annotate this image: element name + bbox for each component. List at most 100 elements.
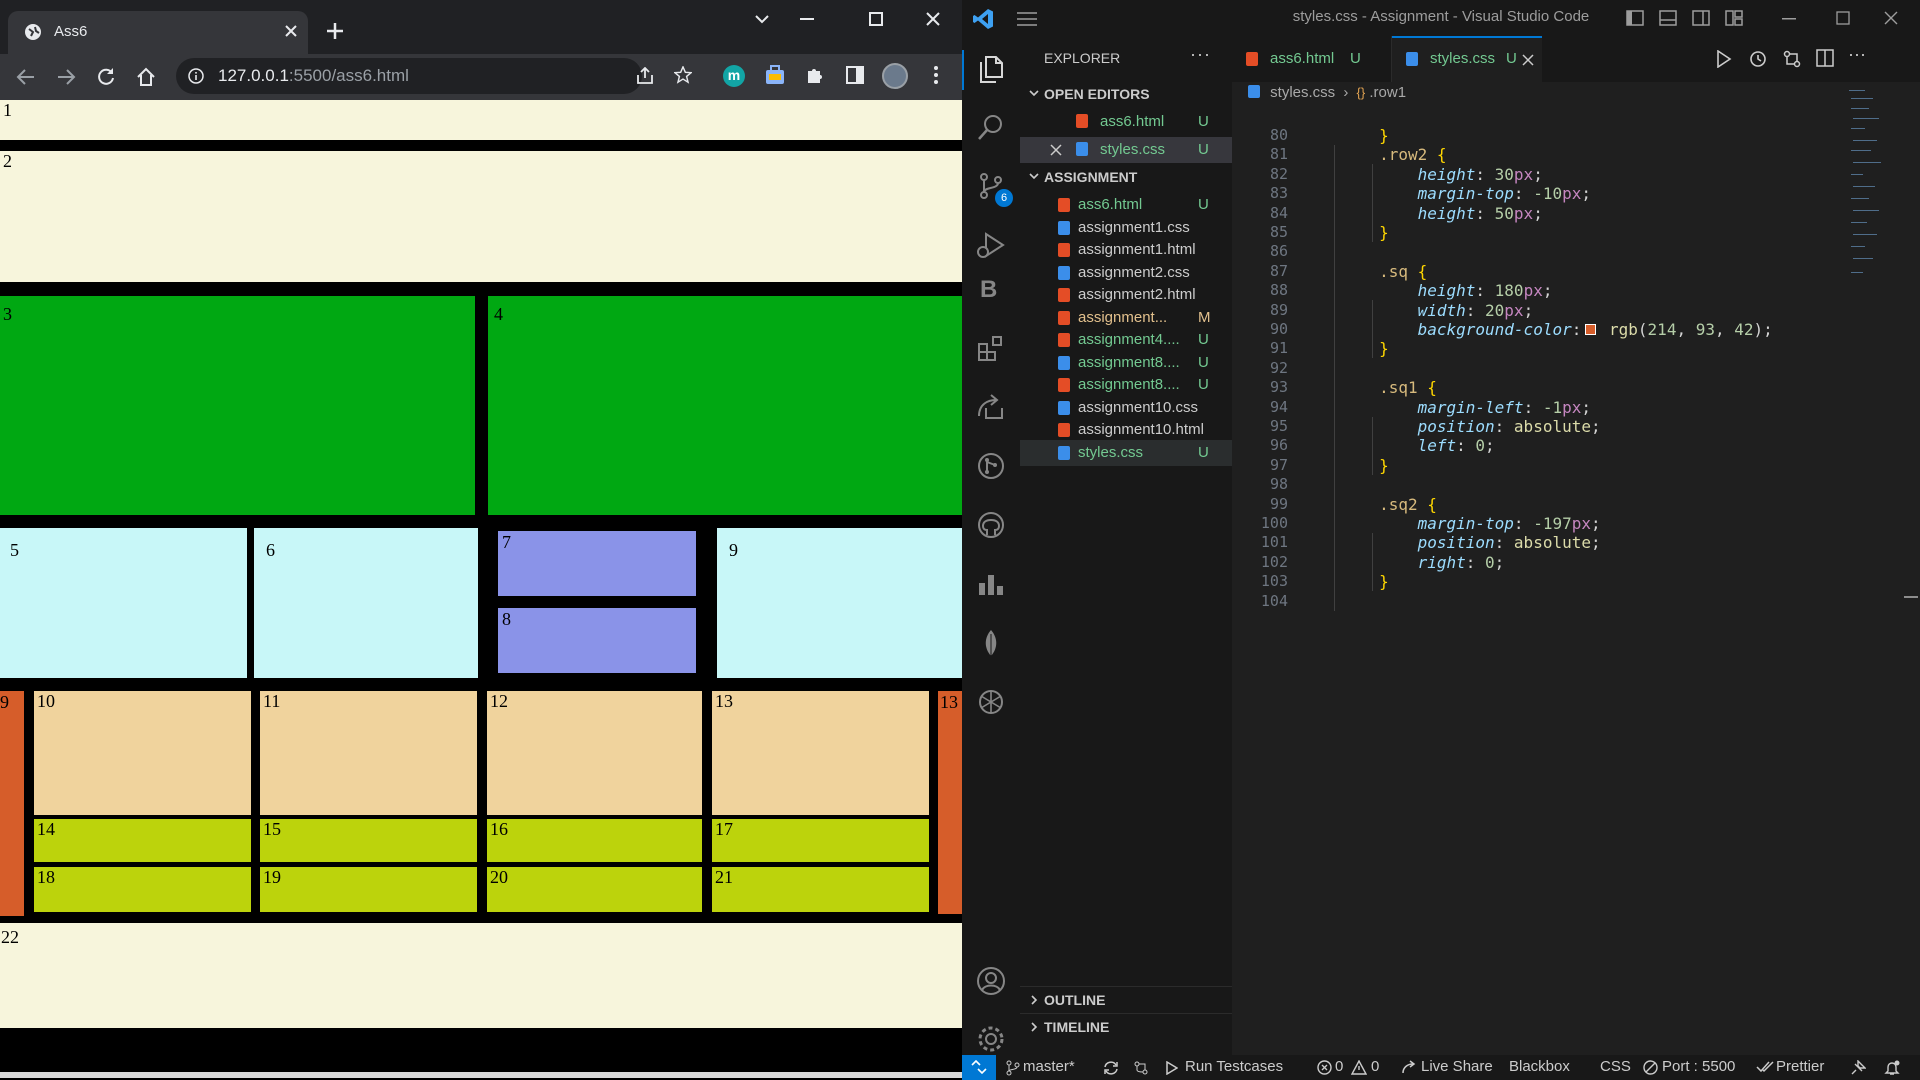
history-icon[interactable] <box>1748 49 1768 69</box>
explorer-more-icon[interactable]: ··· <box>1190 44 1211 65</box>
outline-header[interactable]: OUTLINE <box>1020 986 1232 1012</box>
menu-kebab-icon[interactable] <box>934 66 938 84</box>
status-bar: master* Run Testcases 0 0 Live Share Bla… <box>962 1055 1920 1080</box>
site-info-icon[interactable] <box>188 68 204 84</box>
error-count[interactable]: 0 <box>1335 1058 1343 1075</box>
profile-avatar[interactable] <box>882 63 908 89</box>
timeline-header[interactable]: TIMELINE <box>1020 1013 1232 1039</box>
status-branch[interactable]: master* <box>1023 1058 1075 1075</box>
breadcrumb-file[interactable]: styles.css <box>1270 84 1335 101</box>
line-number: 94 <box>1269 397 1288 416</box>
share-icon[interactable] <box>636 67 654 85</box>
prettier-button[interactable]: Prettier <box>1776 1058 1824 1075</box>
new-tab-icon[interactable] <box>326 22 344 40</box>
back-icon[interactable] <box>16 68 36 86</box>
compare-changes-icon[interactable] <box>1782 49 1802 69</box>
box-3: 3 <box>0 296 475 515</box>
indent-guide <box>1372 300 1373 359</box>
extension-m-icon[interactable]: m <box>723 65 745 87</box>
git-graph-status-icon[interactable] <box>1133 1060 1149 1076</box>
toggle-secondary-sidebar-icon[interactable] <box>1692 10 1710 26</box>
breadcrumb-symbol[interactable]: .row1 <box>1369 84 1406 101</box>
forward-icon[interactable] <box>56 68 76 86</box>
split-editor-icon[interactable] <box>1816 49 1834 67</box>
file-tree-item[interactable]: styles.css U <box>1020 439 1232 466</box>
horizontal-scrollbar[interactable] <box>0 1072 962 1078</box>
code-line: left: 0; <box>1417 436 1495 456</box>
globe-icon <box>24 23 42 41</box>
editor-more-icon[interactable]: ··· <box>1848 44 1866 65</box>
color-swatch[interactable] <box>1585 324 1597 335</box>
blackbox-b-icon[interactable]: B <box>980 276 997 304</box>
run-debug-icon[interactable] <box>976 230 1006 260</box>
open-editor-item[interactable]: ass6.html U <box>1020 109 1232 135</box>
git-graph-icon[interactable] <box>976 451 1006 481</box>
line-number: 81 <box>1269 145 1288 164</box>
line-number: 102 <box>1260 552 1288 571</box>
box-11: 11 <box>260 691 477 815</box>
line-number: 82 <box>1269 164 1288 183</box>
warning-count[interactable]: 0 <box>1371 1058 1379 1075</box>
open-editor-name: styles.css <box>1100 141 1166 158</box>
extension-briefcase-icon[interactable] <box>764 64 786 86</box>
breadcrumb: styles.css › {} .row1 <box>1248 84 1406 101</box>
explorer-files-icon[interactable] <box>976 54 1006 84</box>
side-panel-icon[interactable] <box>846 66 864 84</box>
language-mode[interactable]: CSS <box>1600 1058 1631 1075</box>
html-file-icon <box>1058 198 1070 212</box>
open-editor-item-active[interactable]: styles.css U <box>1020 137 1232 163</box>
minimize-icon[interactable] <box>800 18 814 20</box>
accounts-icon[interactable] <box>976 966 1006 996</box>
line-number: 85 <box>1269 223 1288 241</box>
vscode-close-icon[interactable] <box>1884 11 1898 25</box>
minimap[interactable] <box>1847 88 1887 298</box>
toggle-panel-icon[interactable] <box>1659 10 1677 26</box>
extensions-icon[interactable] <box>976 333 1006 363</box>
run-icon[interactable] <box>1716 50 1732 68</box>
notifications-bell-icon[interactable] <box>1884 1060 1900 1076</box>
browser-tab[interactable]: Ass6 <box>8 11 308 54</box>
run-testcases-button[interactable]: Run Testcases <box>1185 1058 1283 1075</box>
home-icon[interactable] <box>136 67 156 87</box>
mongodb-leaf-icon[interactable] <box>976 628 1006 658</box>
close-tab-icon[interactable] <box>284 24 298 38</box>
open-editor-name: ass6.html <box>1100 113 1165 130</box>
tab-search-icon[interactable] <box>754 14 770 24</box>
address-bar[interactable]: 127.0.0.1:5500/ass6.html <box>176 58 692 94</box>
code-line: height: 30px; <box>1417 164 1543 184</box>
github-icon[interactable] <box>976 510 1006 540</box>
chart-bars-icon[interactable] <box>976 569 1006 599</box>
blackbox-button[interactable]: Blackbox <box>1509 1058 1570 1075</box>
live-server-port[interactable]: Port : 5500 <box>1662 1058 1735 1075</box>
close-window-icon[interactable] <box>926 12 940 26</box>
bookmark-star-icon[interactable] <box>674 66 692 84</box>
live-share-button[interactable]: Live Share <box>1421 1058 1493 1075</box>
search-icon[interactable] <box>976 112 1006 142</box>
close-editor-icon[interactable] <box>1050 144 1062 156</box>
chatgpt-icon[interactable] <box>976 687 1006 717</box>
remote-indicator[interactable] <box>962 1055 996 1080</box>
close-tab-icon[interactable] <box>1522 54 1534 66</box>
line-number: 100 <box>1260 514 1288 532</box>
settings-gear-icon[interactable] <box>976 1024 1006 1054</box>
sync-icon[interactable] <box>1103 1060 1119 1076</box>
reload-icon[interactable] <box>96 67 116 87</box>
code-line: margin-left: -1px; <box>1417 397 1592 417</box>
box-19: 19 <box>260 867 477 912</box>
live-share-icon[interactable] <box>976 392 1006 422</box>
page-viewport: 1 2 3 4 5 6 7 8 9 9 10 11 12 13 13 14 15… <box>0 100 962 1080</box>
feedback-icon[interactable] <box>1850 1060 1866 1076</box>
vscode-minimize-icon[interactable] <box>1782 18 1796 20</box>
html-file-icon <box>1058 288 1070 302</box>
toggle-sidebar-icon[interactable] <box>1626 10 1644 26</box>
editor-tab-ass6[interactable]: ass6.html U <box>1232 36 1392 82</box>
extensions-puzzle-icon[interactable] <box>805 65 825 85</box>
editor-tab-styles[interactable]: styles.css U <box>1392 36 1542 82</box>
customize-layout-icon[interactable] <box>1725 10 1743 26</box>
open-editors-header[interactable]: OPEN EDITORS <box>1020 81 1232 107</box>
git-status-badge: U <box>1198 113 1209 130</box>
maximize-icon[interactable] <box>869 12 883 26</box>
vscode-maximize-icon[interactable] <box>1836 11 1850 25</box>
assignment-folder-header[interactable]: ASSIGNMENT <box>1020 164 1232 190</box>
code-line: height: 50px; <box>1417 203 1543 223</box>
